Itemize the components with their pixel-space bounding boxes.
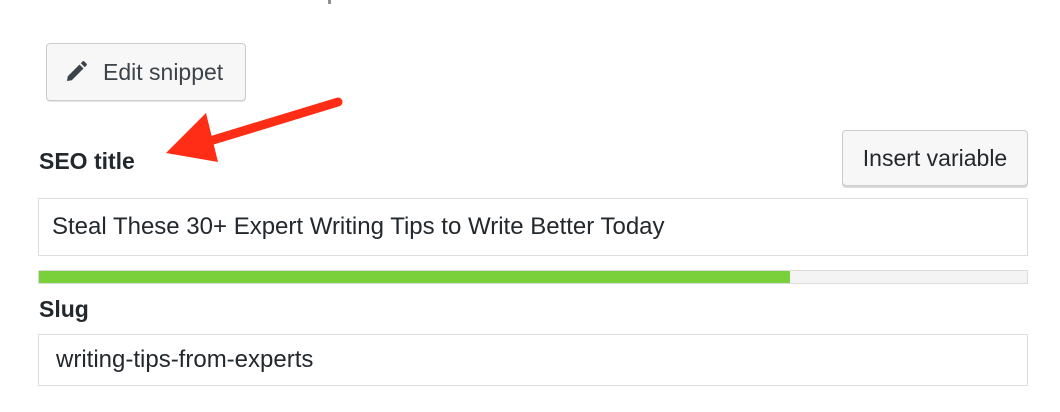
insert-variable-button[interactable]: Insert variable xyxy=(842,130,1028,186)
slug-input[interactable]: writing-tips-from-experts xyxy=(38,334,1028,386)
seo-title-input[interactable]: Steal These 30+ Expert Writing Tips to W… xyxy=(38,198,1028,256)
seo-title-label: SEO title xyxy=(39,148,135,174)
edit-snippet-button[interactable]: Edit snippet xyxy=(46,43,246,101)
edit-snippet-label: Edit snippet xyxy=(103,58,224,85)
slug-label: Slug xyxy=(39,296,89,322)
progress-fill xyxy=(39,271,790,283)
scroll-edge-marker xyxy=(328,0,331,4)
seo-title-length-progress xyxy=(38,270,1028,284)
pencil-icon xyxy=(63,59,89,85)
